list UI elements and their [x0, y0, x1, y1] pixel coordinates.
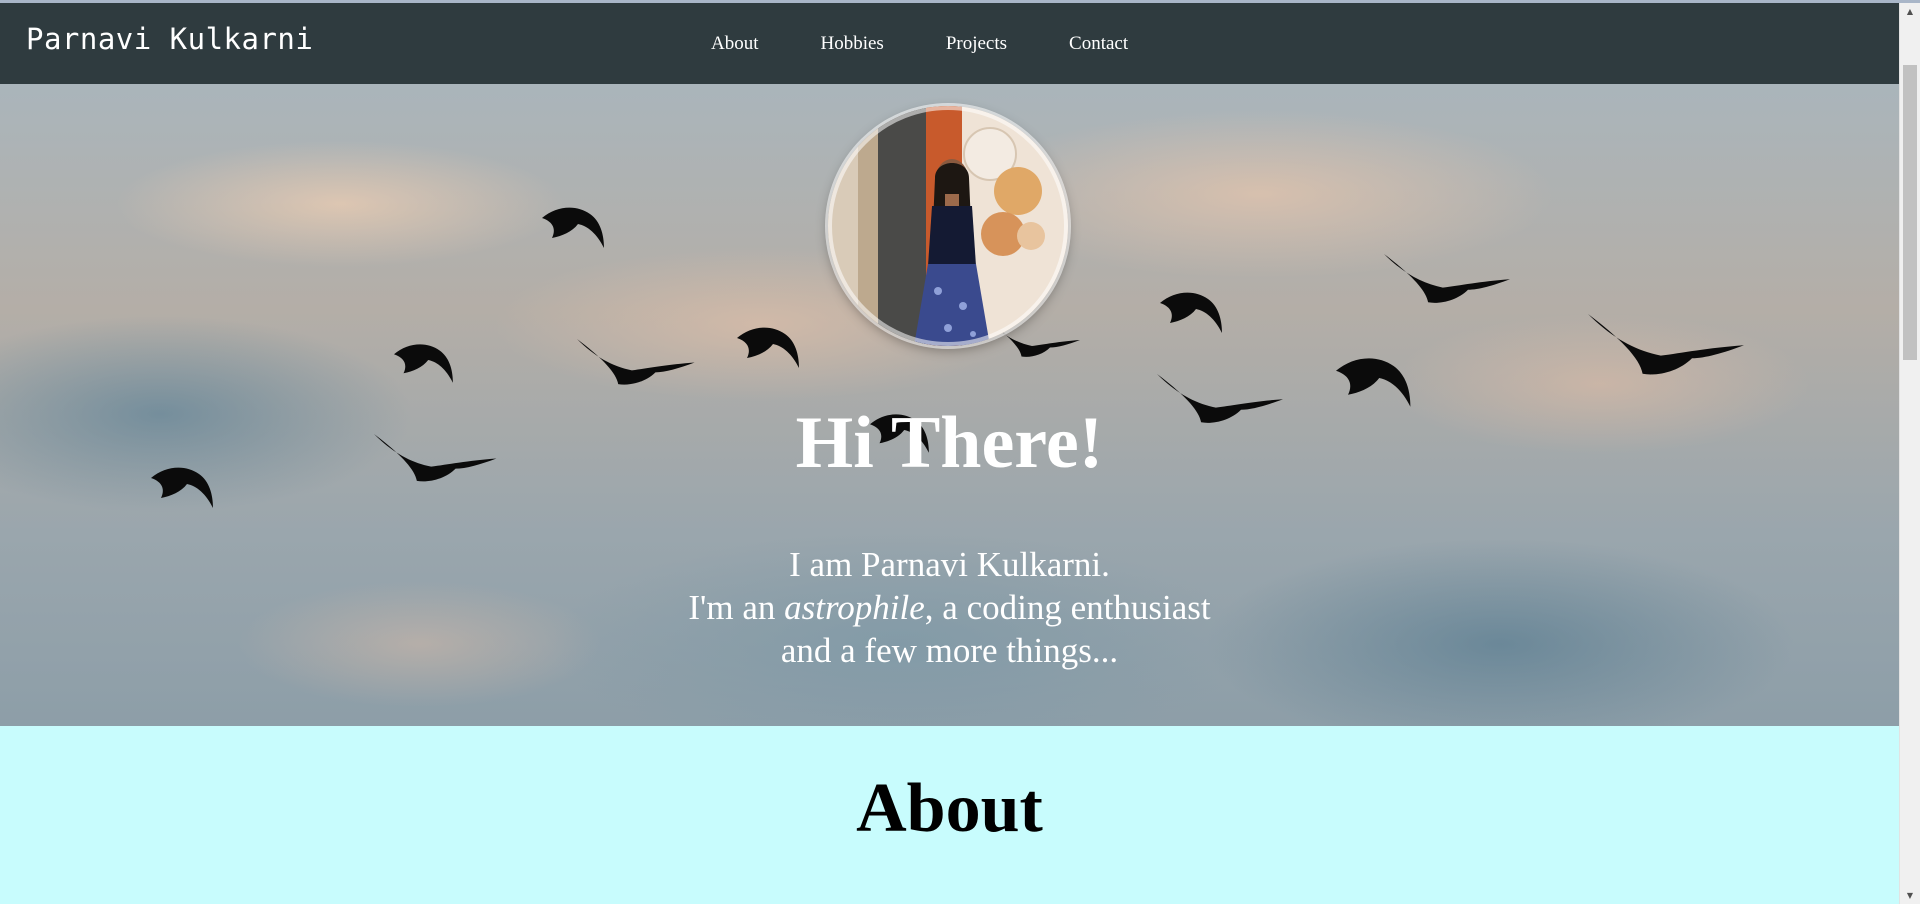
scroll-up-arrow-icon[interactable]: ▲: [1900, 3, 1920, 20]
hero-title: Hi There!: [795, 402, 1104, 484]
browser-viewport: Parnavi Kulkarni About Hobbies Projects …: [0, 0, 1920, 904]
hero-intro-prefix: I'm an: [688, 588, 785, 627]
hero-intro-emphasis: astrophile: [784, 588, 925, 627]
scroll-down-arrow-icon[interactable]: ▼: [1900, 887, 1920, 904]
nav-links: About Hobbies Projects Contact: [680, 3, 1159, 84]
page: Parnavi Kulkarni About Hobbies Projects …: [0, 3, 1899, 904]
hero-intro-line-3: and a few more things...: [780, 631, 1119, 670]
hero-intro-line-1: I am Parnavi Kulkarni.: [789, 545, 1110, 584]
hero-intro: I am Parnavi Kulkarni. I'm an astrophile…: [0, 543, 1899, 672]
nav-link-contact[interactable]: Contact: [1069, 33, 1128, 55]
hero-intro-line-2: I'm an astrophile, a coding enthusiast: [0, 586, 1899, 629]
nav-link-about[interactable]: About: [711, 33, 759, 55]
about-section: About: [0, 726, 1899, 904]
hero-section: Hi There! I am Parnavi Kulkarni. I'm an …: [0, 84, 1899, 726]
navbar: Parnavi Kulkarni About Hobbies Projects …: [0, 3, 1899, 84]
vertical-scrollbar[interactable]: ▲ ▼: [1899, 3, 1920, 904]
scrollbar-thumb[interactable]: [1903, 65, 1917, 360]
about-heading: About: [856, 770, 1043, 847]
hero-intro-suffix: , a coding enthusiast: [924, 588, 1211, 627]
nav-link-hobbies[interactable]: Hobbies: [821, 33, 884, 55]
brand-name[interactable]: Parnavi Kulkarni: [26, 22, 313, 56]
nav-link-projects[interactable]: Projects: [946, 33, 1007, 55]
profile-photo: [828, 106, 1068, 346]
profile-photo-image: [828, 106, 1068, 346]
